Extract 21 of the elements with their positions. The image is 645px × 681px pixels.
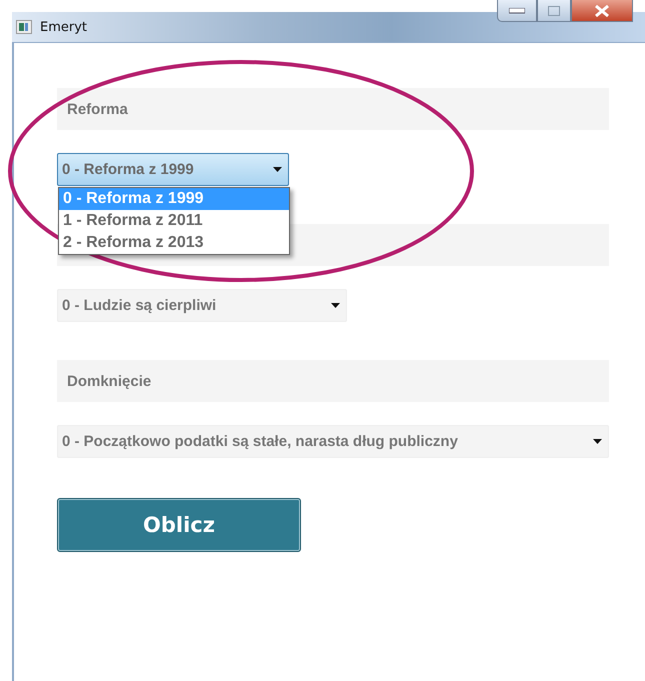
dropdown-value: 0 - Reforma z 1999 xyxy=(62,161,194,178)
calculate-button[interactable]: Oblicz xyxy=(57,498,301,552)
app-icon xyxy=(16,20,32,34)
close-icon xyxy=(594,4,610,16)
dropdown-option[interactable]: 2 - Reforma z 2013 xyxy=(59,232,289,254)
maximize-icon xyxy=(548,6,560,16)
section-label: Reforma xyxy=(57,88,609,130)
close-button[interactable] xyxy=(571,0,633,22)
caret-icon xyxy=(273,167,282,172)
caret-icon xyxy=(593,439,602,444)
window-title: Emeryt xyxy=(40,20,88,34)
dropdown[interactable]: 0 - Początkowo podatki są stałe, narasta dług publiczny xyxy=(57,425,609,458)
section-label: Domknięcie xyxy=(57,360,609,402)
dropdown-option[interactable]: 0 - Reforma z 1999 xyxy=(59,188,289,210)
dropdown-value: 0 - Ludzie są cierpliwi xyxy=(62,297,216,314)
dropdown-option[interactable]: 1 - Reforma z 2011 xyxy=(59,210,289,232)
dropdown[interactable]: 0 - Ludzie są cierpliwi xyxy=(57,289,347,322)
minimize-button[interactable] xyxy=(497,0,537,22)
dropdown-value: 0 - Początkowo podatki są stałe, narasta dług publiczny xyxy=(62,433,458,450)
caret-icon xyxy=(331,303,340,308)
maximize-button[interactable] xyxy=(537,0,571,22)
